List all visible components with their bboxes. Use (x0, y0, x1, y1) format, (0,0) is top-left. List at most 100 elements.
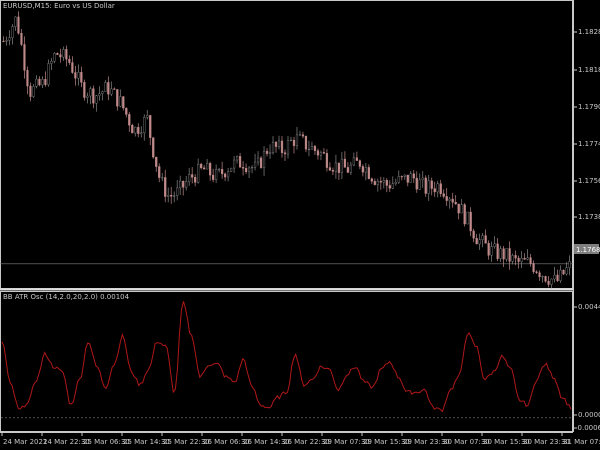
candle-body (343, 158, 346, 168)
candle-body (262, 150, 266, 168)
candle (448, 196, 451, 209)
candle-body (415, 177, 418, 190)
candle-body (322, 152, 326, 154)
candle-body (445, 196, 448, 201)
candle (128, 111, 131, 132)
candle (250, 165, 254, 174)
candle (143, 114, 146, 141)
candle-body (80, 72, 83, 83)
candle-body (250, 166, 254, 169)
candle (41, 76, 44, 88)
candle-body (229, 167, 233, 172)
candle (517, 255, 520, 269)
candle-body (182, 180, 185, 188)
candle (547, 276, 550, 288)
candle (316, 148, 320, 160)
candle-body (122, 96, 125, 109)
candle-body (394, 182, 397, 184)
price-tick-3: 1.17900 (573, 103, 600, 111)
candle (14, 16, 17, 31)
price-tick-6: 1.17380 (573, 213, 600, 221)
candle (47, 59, 50, 87)
price-tick-label: 1.17740 (578, 140, 600, 148)
candle-body (286, 140, 290, 155)
candle-body (427, 180, 430, 194)
candle (176, 180, 179, 201)
candle-body (107, 82, 110, 95)
candle (262, 146, 266, 176)
candle-body (77, 72, 80, 79)
candle (379, 176, 382, 190)
candle (490, 241, 493, 262)
candle (439, 179, 442, 197)
candle (514, 250, 517, 266)
candle (424, 175, 427, 197)
candle-body (298, 134, 302, 136)
candle-body (20, 33, 23, 45)
candle (59, 48, 62, 63)
candle-body (164, 177, 167, 197)
candle-body (71, 62, 74, 73)
candle-body (209, 163, 212, 176)
candle (110, 81, 113, 97)
candle (232, 156, 236, 173)
candle-body (158, 166, 161, 178)
candle-body (221, 169, 224, 175)
candle-body (460, 204, 463, 214)
candle-body (74, 72, 77, 79)
candle-body (463, 204, 466, 225)
candle-body (475, 237, 478, 245)
candle (241, 161, 245, 176)
candle-body (370, 178, 373, 182)
candle-body (283, 152, 287, 155)
candle-body (98, 93, 101, 96)
candle (65, 45, 68, 67)
candle (298, 130, 302, 136)
candle-body (68, 58, 71, 63)
price-panel[interactable]: EURUSD,M15: Euro vs US Dollar (0, 0, 573, 290)
candle-body (188, 174, 191, 182)
candle (328, 162, 332, 172)
candle-body (47, 63, 50, 85)
candle (119, 89, 122, 108)
candle-body (170, 195, 173, 197)
price-tick-2: 1.18180 (573, 66, 600, 74)
candle-body (376, 181, 379, 185)
candle-body (146, 115, 149, 118)
candle (421, 171, 424, 188)
candle (520, 251, 523, 268)
candle (134, 126, 137, 137)
price-axis[interactable]: 1.18280 1.18180 1.17900 1.17740 1.17560 … (573, 0, 600, 432)
candle (322, 148, 326, 155)
candle-body (65, 49, 68, 60)
candle-body (218, 169, 221, 171)
candle-body (152, 137, 155, 158)
candle-body (472, 230, 475, 239)
candle-body (319, 152, 323, 156)
indicator-panel[interactable]: BB ATR Osc (14,2.0,20,2.0) 0.00104 (0, 291, 573, 432)
candle-body (466, 211, 469, 225)
candle-body (340, 158, 344, 173)
candle-body (442, 193, 445, 197)
candle (412, 170, 415, 183)
candle (164, 169, 167, 203)
candle-body (134, 127, 137, 134)
candle (364, 162, 367, 181)
time-axis[interactable]: 24 Mar 202124 Mar 22:3025 Mar 06:3025 Ma… (0, 432, 600, 446)
candle-body (295, 134, 299, 146)
candle (466, 211, 469, 225)
candle (113, 87, 116, 90)
indicator-axis[interactable]: 0.00448 0.00000 -0.00064 (573, 303, 600, 432)
trading-chart[interactable]: EURUSD,M15: Euro vs US Dollar BB ATR Osc… (0, 0, 600, 450)
candle (170, 187, 173, 204)
candle (280, 136, 284, 158)
candle-body (469, 211, 472, 232)
candle-body (430, 180, 433, 189)
candle (238, 153, 242, 168)
price-tick-label: 1.18280 (578, 28, 600, 36)
candle-body (203, 167, 206, 170)
candle (433, 181, 436, 197)
candle-body (304, 135, 308, 150)
time-tick-label: 31 Mar 07:30 (563, 438, 600, 446)
candle (194, 174, 197, 187)
